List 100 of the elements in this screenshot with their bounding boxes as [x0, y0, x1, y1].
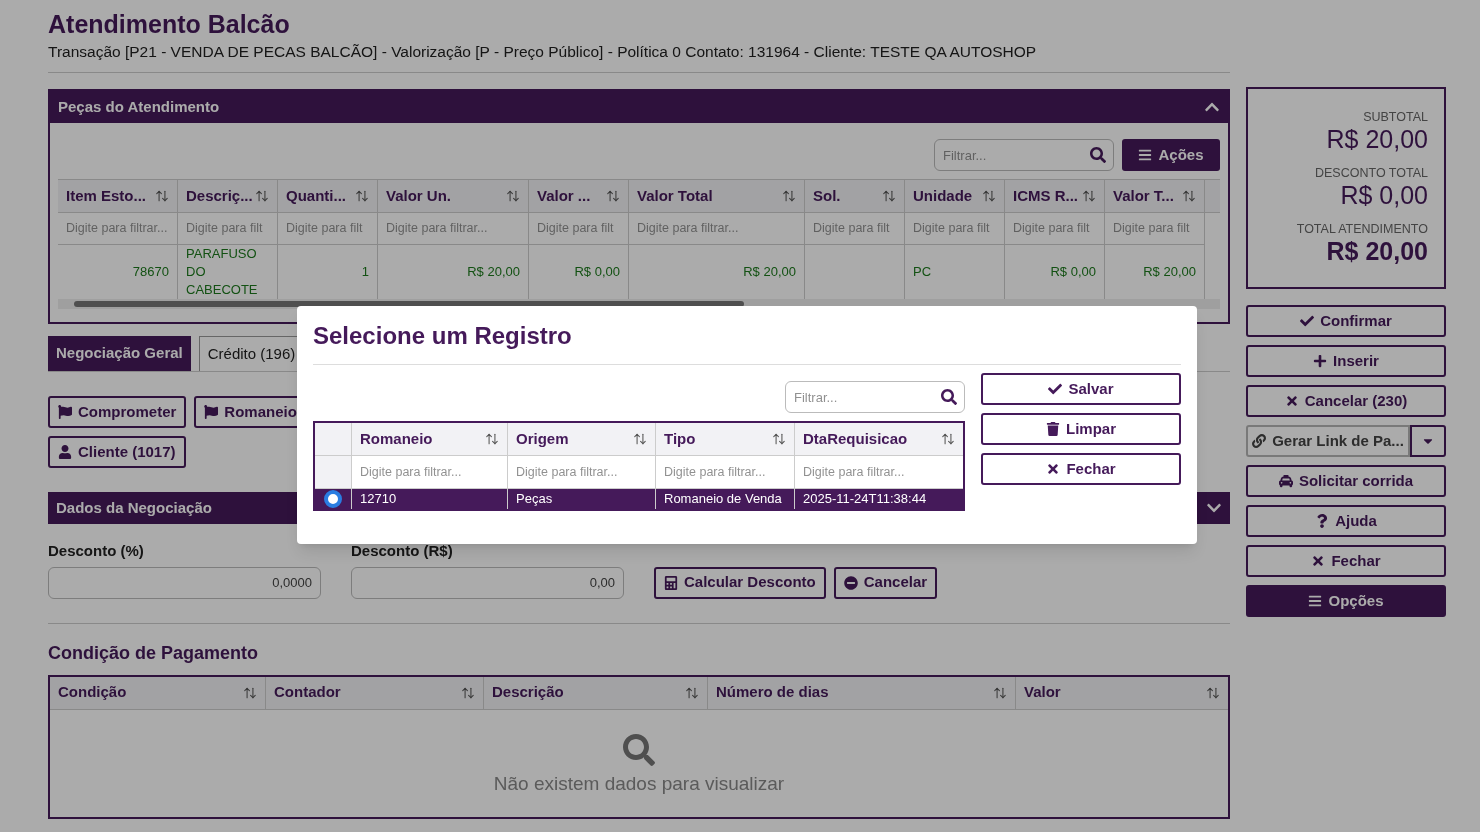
column-header[interactable]: ICMS R... — [1005, 180, 1105, 212]
side-button[interactable]: Ajuda — [1246, 505, 1446, 537]
column-filter-field[interactable]: Digite para filtrar... — [382, 219, 524, 238]
payment-link-button[interactable]: Gerar Link de Pa... — [1246, 425, 1410, 457]
side-button[interactable]: Opções — [1246, 585, 1446, 617]
column-header[interactable]: Tipo — [656, 423, 795, 455]
column-header[interactable]: Quanti... — [278, 180, 378, 212]
column-header[interactable]: Item Esto... — [58, 180, 178, 212]
filter-field[interactable]: Filtrar... — [785, 381, 965, 413]
close-icon — [1311, 554, 1326, 568]
side-button[interactable]: Solicitar corrida — [1246, 465, 1446, 497]
panel-header[interactable]: Peças do Atendimento — [50, 91, 1228, 123]
action-button[interactable]: Cliente (1017) — [48, 436, 186, 468]
table-cell: R$ 20,00 — [743, 263, 796, 281]
table-cell: R$ 0,00 — [1050, 263, 1096, 281]
discount-field[interactable]: 0,00 — [351, 566, 624, 599]
sort-icon — [882, 189, 896, 203]
side-button[interactable]: Confirmar — [1246, 305, 1446, 337]
record-row[interactable]: 12710 Peças Romaneio de Venda 2025-11-24T11:38:44 — [315, 489, 963, 509]
column-filter-field[interactable]: Digite para filtrar... — [356, 462, 503, 482]
sort-icon — [255, 189, 269, 203]
table-cell-text: Romaneio de Venda — [664, 490, 782, 509]
page-title: Atendimento Balcão — [48, 9, 291, 40]
search-icon — [623, 733, 655, 766]
sort-icon — [941, 432, 955, 446]
action-button[interactable]: Calcular Desconto — [654, 566, 826, 599]
sort-icon — [633, 432, 647, 446]
column-header[interactable]: Romaneio — [352, 423, 508, 455]
column-filter-field[interactable]: Digite para filt — [809, 219, 900, 238]
page-subtitle: Transação [P21 - VENDA DE PECAS BALCÃO] - Valorização [P - Preço Público] - Política 0 Contato: 131964 - Cliente: TESTE QA AUTOSHOP — [48, 42, 1038, 62]
plus-icon — [1313, 354, 1328, 368]
sort-icon — [355, 189, 369, 203]
table-cell: R$ 20,00 — [467, 263, 520, 281]
close-icon — [1284, 394, 1299, 408]
question-icon — [1315, 514, 1330, 528]
column-header[interactable]: Número de dias — [708, 676, 1016, 709]
column-header[interactable]: Valor Total — [629, 180, 805, 212]
sort-icon — [506, 189, 520, 203]
user-icon — [58, 445, 72, 459]
column-header[interactable]: Valor ... — [529, 180, 629, 212]
actions-button[interactable]: Ações — [1122, 139, 1220, 171]
sort-icon — [685, 685, 699, 700]
column-filter-field[interactable]: Digite para filt — [533, 219, 624, 238]
search-icon — [941, 389, 957, 405]
column-filter-field[interactable]: Digite para filtrar... — [633, 219, 800, 238]
column-filter-field[interactable]: Digite para filt — [909, 219, 1000, 238]
column-header[interactable]: Valor T... — [1105, 180, 1205, 212]
dialog-button[interactable]: Limpar — [981, 413, 1181, 445]
sort-icon — [1082, 189, 1096, 203]
sort-icon — [1182, 189, 1196, 203]
section-title: Dados da Negociação — [56, 497, 212, 518]
column-header[interactable]: Unidade — [905, 180, 1005, 212]
radio-button[interactable] — [324, 490, 342, 508]
menu-icon — [1308, 594, 1323, 608]
table-cell: R$ 20,00 — [1143, 263, 1196, 281]
column-filter-field[interactable]: Digite para filtrar... — [62, 219, 173, 238]
action-button[interactable]: Cancelar — [833, 566, 938, 599]
side-button[interactable]: Inserir — [1246, 345, 1446, 377]
table-cell: PC — [913, 263, 932, 281]
flag-icon — [58, 405, 72, 419]
table-cell: 1 — [361, 263, 369, 281]
column-filter-field[interactable]: Digite para filt — [1009, 219, 1100, 238]
dialog-button[interactable]: Salvar — [981, 373, 1181, 405]
column-filter-field[interactable]: Digite para filt — [1109, 219, 1200, 238]
check-icon — [1300, 314, 1315, 328]
tab[interactable]: Negociação Geral — [48, 336, 191, 371]
side-button[interactable]: Cancelar (230) — [1246, 385, 1446, 417]
column-header[interactable]: Valor — [1016, 676, 1228, 709]
column-header[interactable]: DtaRequisicao — [795, 423, 963, 455]
column-filter-field[interactable]: Digite para filtrar... — [660, 462, 790, 482]
summary-label: SUBTOTAL — [1363, 109, 1428, 125]
table-cell-text: 12710 — [360, 490, 397, 509]
side-button[interactable]: Fechar — [1246, 545, 1446, 577]
dropdown-button[interactable] — [1410, 425, 1446, 457]
column-header[interactable]: Origem — [508, 423, 656, 455]
menu-icon — [1138, 148, 1153, 162]
table-cell-text: PARAFUSO DO CABECOTE — [186, 245, 259, 299]
summary-label: TOTAL ATENDIMENTO — [1296, 221, 1428, 237]
column-filter-field[interactable]: Digite para filt — [182, 219, 273, 238]
car-icon — [1278, 474, 1293, 488]
column-header[interactable]: Contador — [266, 676, 484, 709]
column-filter-field[interactable]: Digite para filtrar... — [799, 462, 959, 482]
close-icon — [1046, 462, 1061, 476]
dialog-button[interactable]: Fechar — [981, 453, 1181, 485]
column-header[interactable]: Descrição — [484, 676, 708, 709]
column-header[interactable]: Sol. — [805, 180, 905, 212]
summary-value: R$ 20,00 — [1326, 237, 1428, 265]
check-icon — [1048, 382, 1063, 396]
table-cell: R$ 0,00 — [574, 263, 620, 281]
filter-field[interactable]: Filtrar... — [934, 139, 1114, 171]
column-header[interactable]: Valor Un. — [378, 180, 529, 212]
column-header[interactable]: Descriç... — [178, 180, 278, 212]
summary-value: R$ 0,00 — [1340, 181, 1428, 209]
column-header[interactable]: Condição — [50, 676, 266, 709]
discount-field[interactable]: 0,0000 — [48, 566, 321, 599]
trash-icon — [1046, 422, 1060, 436]
column-filter-field[interactable]: Digite para filtrar... — [512, 462, 651, 482]
column-filter-field[interactable]: Digite para filt — [282, 219, 373, 238]
action-button[interactable]: Comprometer — [48, 396, 187, 428]
search-icon — [1090, 147, 1106, 163]
